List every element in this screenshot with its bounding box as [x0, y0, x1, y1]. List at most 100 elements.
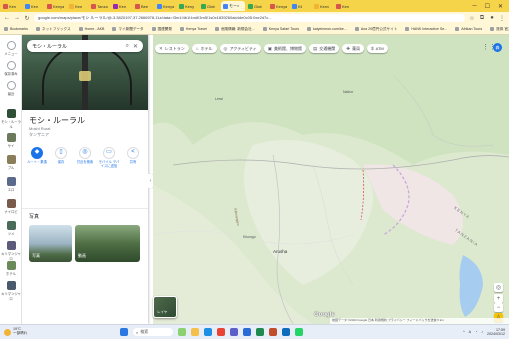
category-chip[interactable]: $ ATM	[367, 44, 388, 53]
chrome-icon[interactable]	[217, 328, 225, 336]
photo-thumbnail[interactable]: 写真	[29, 225, 72, 262]
widgets-icon[interactable]	[178, 328, 186, 336]
place-action-button[interactable]: ◆ ルート・乗換	[26, 147, 48, 173]
category-chip[interactable]: ✕ レストラン	[155, 44, 189, 53]
place-action-button[interactable]: ◎ 付近を検索	[74, 147, 96, 173]
bookmark-item[interactable]: ネットフリックス	[35, 27, 71, 32]
browser-tab[interactable]: Keny	[177, 1, 198, 11]
powerpoint-icon[interactable]	[269, 328, 277, 336]
browser-tab[interactable]: Kenya	[155, 1, 176, 11]
rail-item[interactable]: ブル	[0, 155, 22, 170]
search-input[interactable]: モシ・ルーラル	[32, 43, 122, 50]
rail-item[interactable]: 保存済み	[0, 61, 22, 76]
bookmark-item[interactable]: Kenya Safari Tours	[262, 27, 299, 31]
category-chip[interactable]: ▣ 美術館、博物館	[263, 44, 307, 53]
browser-tab[interactable]: Ken	[67, 1, 88, 11]
browser-tab[interactable]: Glob	[199, 1, 220, 11]
rail-item[interactable]: メニュー	[0, 41, 22, 56]
browser-tab[interactable]: モー×	[221, 1, 245, 11]
weather-widget[interactable]: 19°C 一部晴れ	[0, 327, 120, 336]
bookmark-item[interactable]: 国連開発	[151, 27, 172, 32]
rail-item[interactable]: ホテル	[0, 261, 22, 276]
forward-icon[interactable]: →	[14, 15, 20, 21]
windows-start-icon[interactable]	[120, 328, 128, 336]
maximize-icon[interactable]: ☐	[485, 3, 490, 10]
clear-search-icon[interactable]: ✕	[133, 43, 138, 50]
zoom-in-button[interactable]: +	[494, 294, 503, 303]
video-thumbnail[interactable]: 動画	[75, 225, 140, 262]
back-icon[interactable]: ←	[4, 15, 10, 21]
category-chip[interactable]: ⌂ ホテル	[191, 44, 217, 53]
browser-tab[interactable]: Ken	[1, 1, 22, 11]
browser-tab[interactable]: Bee	[133, 1, 154, 11]
zoom-out-button[interactable]: −	[494, 303, 503, 312]
extensions-icon[interactable]: ⧉	[479, 15, 485, 22]
wifi-icon[interactable]: ◔	[475, 330, 477, 334]
rail-item[interactable]: エロ	[0, 177, 22, 192]
rail-item[interactable]: モシ・ルーラル	[0, 109, 22, 129]
map-canvas[interactable]: Lerai Naibor Kisongo Arusha KENYA TANZAN…	[153, 35, 509, 324]
taskbar-search[interactable]: ⌕ 検索	[133, 328, 173, 336]
browser-tab[interactable]: Kenya	[45, 1, 66, 11]
volume-icon[interactable]: ♪	[481, 330, 483, 334]
category-chip[interactable]: ▤ 交通機関	[309, 44, 340, 53]
tab-favicon-icon	[336, 3, 341, 9]
teams-icon[interactable]	[230, 328, 238, 336]
word-icon[interactable]	[243, 328, 251, 336]
file-explorer-icon[interactable]	[191, 328, 199, 336]
browser-tab[interactable]: Tanza	[89, 1, 110, 11]
bookmark-item[interactable]: マイ新聞データ	[112, 27, 144, 32]
url-field[interactable]: google.com/maps/place/モシ ルーラル/@-3.382019…	[34, 14, 465, 22]
bookmark-item[interactable]: Bookmarks	[4, 27, 28, 31]
category-chip[interactable]: ✚ 薬局	[342, 44, 365, 53]
bookmark-item[interactable]: kaiyeinmon.com/ke...	[307, 27, 347, 31]
bookmark-item[interactable]: Home - AKB	[78, 27, 104, 31]
bookmark-item[interactable]: Kenya Travel	[179, 27, 207, 31]
browser-tab[interactable]: Kil	[290, 1, 311, 11]
bookmark-item[interactable]: Ana 20億円公式サイト	[354, 27, 397, 32]
browser-tab[interactable]: Kenv	[312, 1, 333, 11]
search-icon[interactable]: ⌕	[126, 43, 129, 50]
tray-chevron-icon[interactable]: ^	[463, 330, 465, 334]
rail-item[interactable]: サイ	[0, 133, 22, 148]
layers-button[interactable]: レイヤ	[153, 296, 177, 318]
line-icon[interactable]	[295, 328, 303, 336]
place-action-button[interactable]: < 共有	[122, 147, 144, 173]
excel-icon[interactable]	[256, 328, 264, 336]
browser-tab[interactable]: Glob	[246, 1, 267, 11]
browser-tab[interactable]: Ken	[111, 1, 132, 11]
bookmark-item[interactable]: HANK Interactive Se...	[405, 27, 447, 31]
category-chip[interactable]: ◎ アクティビティ	[219, 44, 261, 53]
browser-tab[interactable]: Kenya	[268, 1, 289, 11]
place-action-button[interactable]: ▯ 保存	[50, 147, 72, 173]
reload-icon[interactable]: ↻	[24, 15, 30, 22]
browser-tab[interactable]: Ken	[23, 1, 44, 11]
minimize-icon[interactable]: ─	[472, 3, 476, 10]
rail-item[interactable]: ツメ	[0, 221, 22, 236]
browser-menu-icon[interactable]: ⋮	[499, 15, 505, 22]
tab-favicon-icon	[223, 3, 228, 9]
place-actions: ◆ ルート・乗換 ▯ 保存 ◎ 付近を検索 ▭ モバイル デバイスに送信 < 共有	[25, 147, 145, 173]
search-box[interactable]: モシ・ルーラル ⌕ ✕	[27, 40, 143, 52]
place-action-button[interactable]: ▭ モバイル デバイスに送信	[98, 147, 120, 173]
bookmark-item[interactable]: Afrikan Tours	[455, 27, 482, 31]
clock[interactable]: 17:59 2024/03/12	[487, 328, 505, 337]
bookmark-item[interactable]: 危険情報: 新規会社...	[214, 27, 255, 32]
avatar[interactable]: 森	[493, 43, 502, 52]
rail-item[interactable]: ナイロビ	[0, 199, 22, 214]
bookmark-item[interactable]: 旅券 官方機関 - W...	[490, 27, 509, 32]
browser-tab[interactable]: Ken	[334, 1, 355, 11]
close-window-icon[interactable]: ✕	[498, 3, 503, 10]
my-location-button[interactable]: ◎	[494, 283, 503, 292]
rail-item[interactable]: キリマンジャロ	[0, 241, 22, 261]
edge-icon[interactable]	[204, 328, 212, 336]
ime-indicator[interactable]: A	[469, 330, 471, 334]
star-icon[interactable]: ☆	[469, 15, 475, 22]
tab-favicon-icon	[135, 3, 140, 9]
rail-item[interactable]: 最近	[0, 81, 22, 96]
rail-item-label: ナイロビ	[4, 210, 18, 214]
profile-icon[interactable]: ●	[489, 15, 495, 21]
outlook-icon[interactable]	[282, 328, 290, 336]
rail-item[interactable]: キリマンジャロ	[0, 281, 22, 301]
tab-label: Kil	[298, 3, 303, 9]
